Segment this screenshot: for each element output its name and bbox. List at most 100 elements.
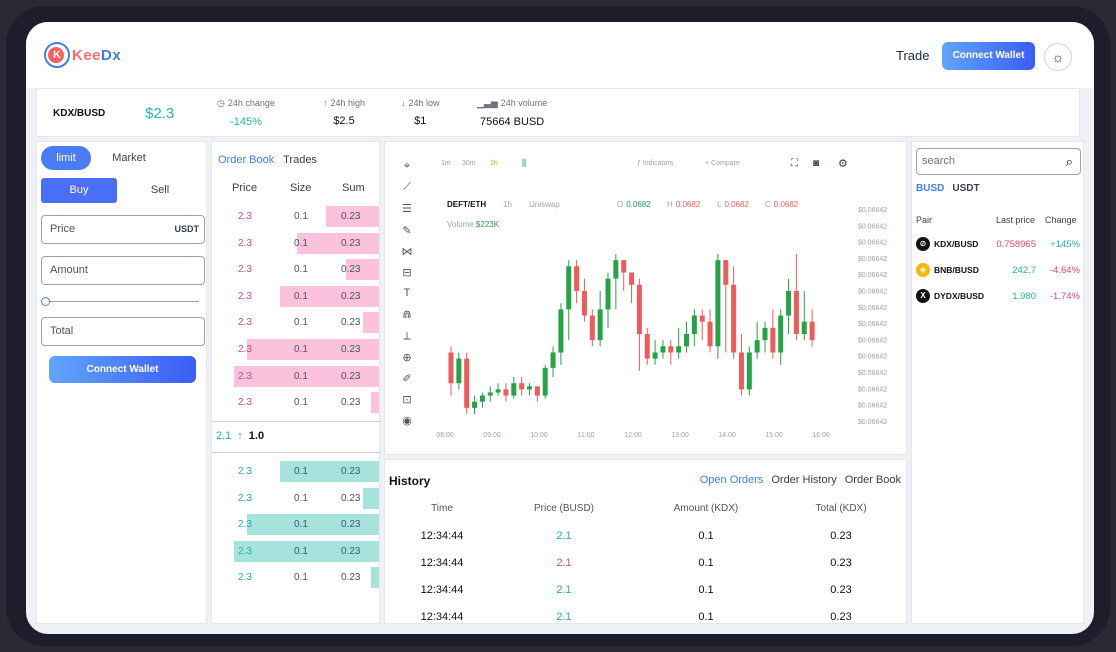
tab-busd[interactable]: BUSD bbox=[916, 183, 944, 194]
orderbook-row[interactable]: 2.3 0.1 0.23 bbox=[212, 537, 381, 564]
candle bbox=[581, 278, 587, 322]
orderbook-row[interactable]: 2.3 0.1 0.23 bbox=[212, 335, 381, 362]
y-tick-label: $0.06642 bbox=[858, 256, 887, 263]
arrow-down-icon: ↓ bbox=[401, 98, 406, 108]
slider-knob[interactable] bbox=[41, 297, 50, 306]
orderbook-row[interactable]: 2.3 0.1 0.23 bbox=[212, 308, 381, 335]
amount-input[interactable]: Amount bbox=[41, 256, 205, 285]
candle-body bbox=[707, 321, 713, 347]
row-price: 2.1 bbox=[556, 584, 572, 596]
candle bbox=[691, 309, 697, 347]
candle bbox=[715, 254, 721, 359]
order-type-tabs: limit Market bbox=[41, 146, 203, 170]
candle bbox=[597, 290, 603, 347]
market-last-price: 242.7 bbox=[1012, 265, 1036, 276]
tab-trades[interactable]: Trades bbox=[283, 154, 317, 166]
row-size: 0.1 bbox=[294, 343, 308, 355]
y-tick-label: $0.06642 bbox=[858, 354, 887, 361]
x-tick-label: 08:00 bbox=[436, 432, 454, 439]
price-input[interactable]: Price USDT bbox=[41, 215, 205, 244]
candle-body bbox=[472, 401, 478, 408]
row-sum: 0.23 bbox=[341, 572, 361, 584]
y-tick-label: $0.06642 bbox=[858, 305, 887, 312]
connect-wallet-button[interactable]: Connect Wallet bbox=[942, 42, 1035, 70]
divider bbox=[212, 452, 381, 453]
candle bbox=[534, 386, 540, 402]
app-screen: KeeDx Trade Connect Wallet ☼ KDX/BUSD $2… bbox=[26, 22, 1094, 634]
row-sum: 0.23 bbox=[341, 492, 361, 504]
candle-body bbox=[738, 352, 744, 390]
candle-body bbox=[597, 309, 603, 341]
candle-body bbox=[574, 266, 580, 291]
history-panel: History Open Orders Order History Order … bbox=[384, 459, 907, 624]
stat-value: -145% bbox=[230, 116, 262, 128]
stat-label-text: 24h high bbox=[330, 98, 366, 108]
nav-trade-link[interactable]: Trade bbox=[896, 48, 929, 63]
candle bbox=[652, 340, 658, 365]
candle-body bbox=[542, 367, 548, 396]
theme-toggle-button[interactable]: ☼ bbox=[1044, 43, 1072, 71]
row-amount: 0.1 bbox=[698, 530, 714, 542]
orderbook-row[interactable]: 2.3 0.1 0.23 bbox=[212, 388, 381, 415]
market-row[interactable]: ◈ BNB/BUSD 242.7 -4.64% bbox=[912, 261, 1085, 281]
row-size: 0.1 bbox=[294, 572, 308, 584]
orderbook-row[interactable]: 2.3 0.1 0.23 bbox=[212, 457, 381, 484]
candle bbox=[762, 321, 768, 353]
sell-button[interactable]: Sell bbox=[117, 178, 203, 203]
tab-market[interactable]: Market bbox=[99, 146, 159, 170]
connect-wallet-button-order[interactable]: Connect Wallet bbox=[49, 356, 196, 383]
total-input[interactable]: Total bbox=[41, 317, 205, 346]
tab-open-orders[interactable]: Open Orders bbox=[700, 474, 764, 486]
row-size: 0.1 bbox=[294, 370, 308, 382]
amount-slider[interactable] bbox=[41, 297, 199, 307]
candle bbox=[786, 278, 792, 334]
orderbook-row[interactable]: 2.3 0.1 0.23 bbox=[212, 202, 381, 229]
candle-body bbox=[801, 321, 807, 334]
logo[interactable]: KeeDx bbox=[44, 42, 121, 68]
market-row[interactable]: X DYDX/BUSD 1.980 -1.74% bbox=[912, 287, 1085, 307]
tab-limit[interactable]: limit bbox=[41, 146, 91, 170]
divider bbox=[212, 421, 381, 422]
candle-body bbox=[566, 266, 572, 310]
chart-panel: ⌖ ⟋ ☰ ✎ ⋈ ⊟ T ⋒ ⟂ ⊕ ✐ ⊡ ◉ 1m 30m 1h ⫼ ƒ Indicators +… bbox=[384, 141, 907, 455]
candle bbox=[723, 260, 729, 353]
x-tick-label: 13:00 bbox=[671, 432, 689, 439]
candle bbox=[746, 346, 752, 396]
tab-order-book[interactable]: Order Book bbox=[218, 154, 274, 166]
logo-text: KeeDx bbox=[72, 47, 121, 64]
asks-list: 2.3 0.1 0.23 2.3 0.1 0.23 2.3 0.1 0.23 2.3 0.1 0.23… bbox=[212, 202, 381, 415]
candlestick-chart[interactable]: 08:00 09:00 10:00 11:00 12:00 13:00 14:00 15:00… bbox=[385, 142, 908, 456]
tab-usdt[interactable]: USDT bbox=[952, 183, 979, 194]
candle bbox=[605, 272, 611, 328]
y-tick-label: $0.06642 bbox=[858, 321, 887, 328]
candle-body bbox=[691, 315, 697, 334]
orderbook-row[interactable]: 2.3 0.1 0.23 bbox=[212, 484, 381, 511]
orderbook-row[interactable]: 2.3 0.1 0.23 bbox=[212, 282, 381, 309]
orderbook-row[interactable]: 2.3 0.1 0.23 bbox=[212, 255, 381, 282]
market-row[interactable]: ⊘ KDX/BUSD 0.758965 +145% bbox=[912, 235, 1085, 255]
orderbook-row[interactable]: 2.3 0.1 0.23 bbox=[212, 362, 381, 389]
stat-label: ▁▃▅ 24h volume bbox=[477, 98, 547, 109]
tab-order-history[interactable]: Order History bbox=[771, 474, 836, 486]
depth-bar bbox=[370, 567, 379, 589]
orderbook-row[interactable]: 2.3 0.1 0.23 bbox=[212, 510, 381, 537]
orderbook-row[interactable]: 2.3 0.1 0.23 bbox=[212, 563, 381, 590]
search-input[interactable]: search ⌕ bbox=[916, 148, 1081, 175]
candle bbox=[793, 254, 799, 341]
candle bbox=[511, 377, 517, 399]
row-size: 0.1 bbox=[294, 290, 308, 302]
row-sum: 0.23 bbox=[341, 519, 361, 531]
candle-body bbox=[621, 260, 627, 273]
buy-button[interactable]: Buy bbox=[41, 178, 117, 203]
market-change: -4.64% bbox=[1049, 265, 1080, 276]
row-size: 0.1 bbox=[294, 237, 308, 249]
ticker-bar: KDX/BUSD $2.3 ◷ 24h change -145% ↑ 24h high $… bbox=[36, 88, 1080, 137]
arrow-up-icon: ↑ bbox=[237, 430, 243, 442]
candle bbox=[519, 377, 525, 396]
candle-body bbox=[793, 290, 799, 334]
candle-body bbox=[723, 260, 729, 285]
row-price: 2.3 bbox=[238, 466, 252, 477]
tab-order-book-history[interactable]: Order Book bbox=[845, 474, 901, 486]
candle bbox=[629, 272, 635, 304]
orderbook-row[interactable]: 2.3 0.1 0.23 bbox=[212, 229, 381, 256]
